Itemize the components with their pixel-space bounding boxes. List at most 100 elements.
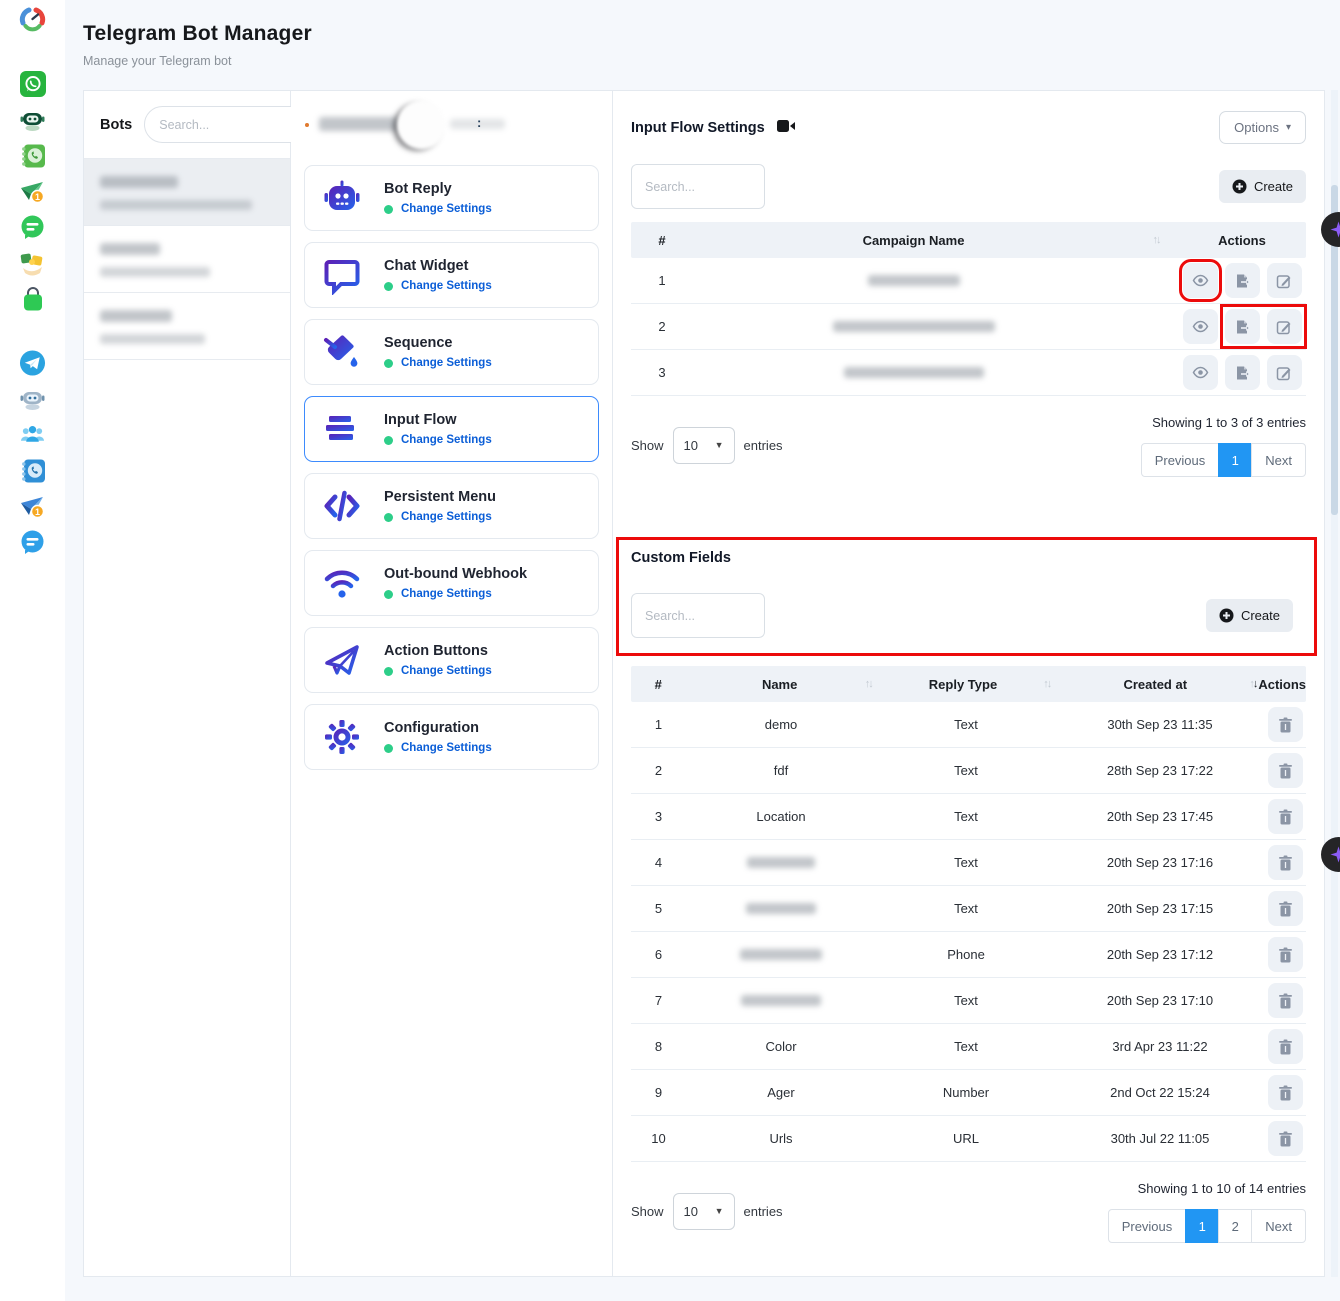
shop-icon[interactable] <box>19 286 46 313</box>
menu-card-sequence[interactable]: Sequence Change Settings <box>304 319 599 385</box>
column-number[interactable]: # <box>631 677 686 692</box>
create-campaign-button[interactable]: Create <box>1219 170 1306 203</box>
change-settings-link[interactable]: Change Settings <box>401 665 492 677</box>
menu-card-configuration[interactable]: Configuration Change Settings <box>304 704 599 770</box>
row-number: 7 <box>631 993 686 1008</box>
column-reply-type[interactable]: Reply Type↑↓ <box>874 677 1052 692</box>
previous-page-button[interactable]: Previous <box>1141 443 1220 477</box>
bot-reply-icon <box>320 176 364 220</box>
change-settings-link[interactable]: Change Settings <box>401 203 492 215</box>
column-name[interactable]: Name↑↓ <box>686 677 874 692</box>
campaign-name-redacted <box>833 321 995 332</box>
menu-card-persistent-menu[interactable]: Persistent Menu Change Settings <box>304 473 599 539</box>
persistent-menu-icon <box>320 484 364 528</box>
campaign-row: 3 <box>631 350 1306 396</box>
video-camera-icon[interactable] <box>777 119 796 137</box>
chat-green-icon[interactable] <box>19 214 46 241</box>
delete-button[interactable] <box>1268 891 1303 926</box>
column-number[interactable]: # <box>631 233 693 248</box>
robot-blue-icon[interactable] <box>19 385 46 412</box>
export-button[interactable] <box>1225 309 1260 344</box>
contacts-blue-icon[interactable] <box>19 457 46 484</box>
status-dot <box>384 359 393 368</box>
robot-green-icon[interactable] <box>19 106 46 133</box>
menu-card-bot-reply[interactable]: Bot Reply Change Settings <box>304 165 599 231</box>
page-size-select[interactable]: 10▼ <box>673 427 735 464</box>
chat-blue-icon[interactable] <box>19 529 46 556</box>
sort-icon[interactable]: ↑↓ <box>1043 678 1050 690</box>
plus-circle-icon <box>1232 179 1247 194</box>
partners-icon[interactable] <box>19 250 46 277</box>
change-settings-link[interactable]: Change Settings <box>401 588 492 600</box>
bot-list-item[interactable] <box>84 158 290 225</box>
delete-button[interactable] <box>1268 707 1303 742</box>
reply-type: Text <box>876 717 1056 732</box>
create-custom-field-button[interactable]: Create <box>1206 599 1293 632</box>
change-settings-link[interactable]: Change Settings <box>401 434 492 446</box>
custom-fields-search-input[interactable] <box>631 593 765 638</box>
delete-button[interactable] <box>1268 845 1303 880</box>
change-settings-link[interactable]: Change Settings <box>401 280 492 292</box>
page-1-button[interactable]: 1 <box>1185 1209 1219 1243</box>
delete-button[interactable] <box>1268 1075 1303 1110</box>
campaign-search-input[interactable] <box>631 164 765 209</box>
menu-card-outbound-webhook[interactable]: Out-bound Webhook Change Settings <box>304 550 599 616</box>
page-2-button[interactable]: 2 <box>1218 1209 1252 1243</box>
menu-card-action-buttons[interactable]: Action Buttons Change Settings <box>304 627 599 693</box>
change-settings-link[interactable]: Change Settings <box>401 357 492 369</box>
sort-icon[interactable]: ↑↓ <box>865 678 872 690</box>
edit-button[interactable] <box>1267 355 1302 390</box>
speedtest-icon[interactable] <box>19 5 46 32</box>
delete-button[interactable] <box>1268 983 1303 1018</box>
delete-button[interactable] <box>1268 1029 1303 1064</box>
status-dot <box>384 282 393 291</box>
telegram-icon[interactable] <box>19 349 46 376</box>
menu-card-chat-widget[interactable]: Chat Widget Change Settings <box>304 242 599 308</box>
bot-list-item[interactable] <box>84 225 290 292</box>
campaign-green-icon[interactable]: 1 <box>19 178 46 205</box>
reply-type: Number <box>876 1085 1056 1100</box>
delete-button[interactable] <box>1268 753 1303 788</box>
contacts-green-icon[interactable] <box>19 142 46 169</box>
column-campaign-name[interactable]: Campaign Name <box>693 233 1134 248</box>
whatsapp-icon[interactable] <box>19 70 46 97</box>
field-name: Urls <box>686 1131 876 1146</box>
next-page-button[interactable]: Next <box>1251 1209 1306 1243</box>
next-page-button[interactable]: Next <box>1251 443 1306 477</box>
row-number: 2 <box>631 763 686 778</box>
bot-list-item[interactable] <box>84 292 290 360</box>
campaign-row: 1 <box>631 258 1306 304</box>
previous-page-button[interactable]: Previous <box>1108 1209 1187 1243</box>
status-dot <box>384 744 393 753</box>
page-1-button[interactable]: 1 <box>1218 443 1252 477</box>
scrollbar-track[interactable] <box>1331 90 1338 1277</box>
change-settings-link[interactable]: Change Settings <box>401 511 492 523</box>
custom-field-row: 3 Location Text 20th Sep 23 17:45 <box>631 794 1306 840</box>
reply-type: Phone <box>876 947 1056 962</box>
delete-button[interactable] <box>1268 799 1303 834</box>
delete-button[interactable] <box>1268 937 1303 972</box>
view-button[interactable] <box>1183 309 1218 344</box>
export-button[interactable] <box>1225 355 1260 390</box>
custom-field-row: 10 Urls URL 30th Jul 22 11:05 <box>631 1116 1306 1162</box>
campaign-row: 2 <box>631 304 1306 350</box>
audience-icon[interactable] <box>19 421 46 448</box>
options-button[interactable]: Options▾ <box>1219 111 1306 144</box>
menu-card-input-flow[interactable]: Input Flow Change Settings <box>304 396 599 462</box>
view-button[interactable] <box>1183 355 1218 390</box>
view-button[interactable] <box>1183 263 1218 298</box>
edit-button[interactable] <box>1267 309 1302 344</box>
export-button[interactable] <box>1225 263 1260 298</box>
field-name: Ager <box>686 1085 876 1100</box>
edit-button[interactable] <box>1267 263 1302 298</box>
column-created-at[interactable]: Created at↑↓ <box>1052 677 1258 692</box>
page-size-select[interactable]: 10▼ <box>673 1193 735 1230</box>
menu-card-title: Chat Widget <box>384 258 492 274</box>
delete-button[interactable] <box>1268 1121 1303 1156</box>
sort-icon[interactable]: ↑↓ <box>1134 234 1178 246</box>
change-settings-link[interactable]: Change Settings <box>401 742 492 754</box>
input-flow-icon <box>320 407 364 451</box>
menu-card-title: Action Buttons <box>384 643 492 659</box>
sort-icon[interactable]: ↑↓ <box>1249 678 1256 690</box>
campaign-blue-icon[interactable]: 1 <box>19 493 46 520</box>
